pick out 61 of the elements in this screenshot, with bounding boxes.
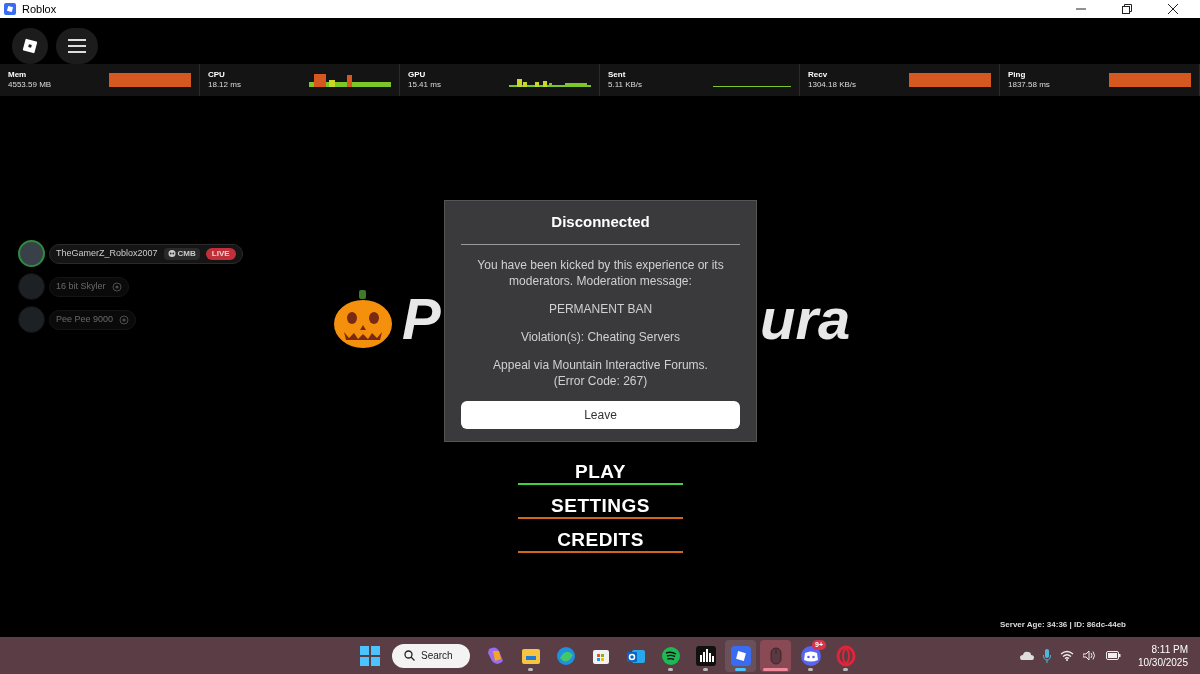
player-tag[interactable]: TheGamerZ_Roblox2007 CMB LIVE: [49, 243, 243, 264]
game-logo-text: P: [402, 290, 441, 348]
stat-reading: 18.12 ms: [208, 81, 241, 89]
equalizer-icon: [694, 644, 717, 667]
menu-button[interactable]: [56, 28, 98, 64]
stat-reading: 5.11 KB/s: [608, 81, 643, 89]
stat-reading: 4553.59 MB: [8, 81, 52, 89]
app-icon: [4, 3, 16, 15]
game-controller-icon: [799, 644, 822, 667]
menu-icon: [68, 39, 86, 53]
live-badge: LIVE: [205, 247, 236, 260]
taskbar-app[interactable]: [725, 639, 756, 672]
stat-reading: 1837.58 ms: [1008, 81, 1050, 89]
clock-time: 8:11 PM: [1151, 642, 1188, 656]
player-name: TheGamerZ_Roblox2007: [56, 246, 158, 260]
player-tag[interactable]: Pee Pee 9000: [49, 309, 137, 330]
restore-icon: [1122, 4, 1132, 14]
dialog-message: Appeal via Mountain Interactive Forums. (Error Code: 267): [493, 356, 708, 389]
windows-icon: [360, 645, 380, 666]
eye-icon: [111, 281, 122, 292]
dialog-message: You have been kicked by this experience or its moderators. Moderation message:: [476, 256, 725, 289]
microphone-icon: [1042, 648, 1051, 663]
leave-button[interactable]: Leave: [461, 400, 740, 429]
search-box[interactable]: Search: [392, 643, 470, 668]
ring-icon: [834, 644, 857, 667]
server-info: Server Age: 34:36 | ID: 86dc-44eb: [1000, 619, 1126, 631]
stat-label: Ping: [1008, 71, 1027, 79]
eye-icon: [119, 314, 130, 325]
stat-label: GPU: [408, 71, 427, 79]
roblox-menu-button[interactable]: [12, 28, 48, 64]
dialog-message: Violation(s): Cheating Servers: [520, 328, 681, 345]
search-icon: [404, 650, 415, 661]
stat-label: Mem: [8, 71, 28, 79]
clock-date: 10/30/2025: [1137, 655, 1188, 669]
player-tag[interactable]: 16 bit Skyler: [49, 276, 129, 297]
wifi-icon: [1059, 650, 1074, 661]
battery-icon: [1105, 651, 1121, 660]
tag-label: CMB: [163, 247, 200, 260]
stat-reading: 15.41 ms: [408, 81, 441, 89]
dialog-message: PERMANENT BAN: [548, 300, 653, 317]
music-icon: [659, 644, 682, 667]
pumpkin-icon: [332, 288, 394, 350]
stat-reading: 1304.18 KB/s: [808, 81, 857, 89]
cloud-icon: [1019, 651, 1034, 660]
tilted-square-icon: [729, 644, 752, 667]
dialog-title: Disconnected: [551, 212, 650, 232]
player-name: 16 bit Skyler: [56, 279, 106, 293]
stat-label: Sent: [608, 71, 627, 79]
menu-option[interactable]: PLAY: [518, 458, 683, 485]
close-icon: [1168, 4, 1178, 14]
skull-icon: [167, 249, 176, 258]
menu-option[interactable]: CREDITS: [518, 526, 683, 553]
window-title: Roblox: [22, 1, 57, 17]
globe-icon: [554, 644, 577, 667]
start-button[interactable]: [358, 643, 382, 668]
stat-label: Recv: [808, 71, 829, 79]
menu-option[interactable]: SETTINGS: [518, 492, 683, 519]
speaker-icon: [1082, 650, 1097, 661]
player-name: Pee Pee 9000: [56, 312, 114, 326]
game-logo-text: ura: [760, 290, 851, 348]
stat-label: CPU: [208, 71, 226, 79]
